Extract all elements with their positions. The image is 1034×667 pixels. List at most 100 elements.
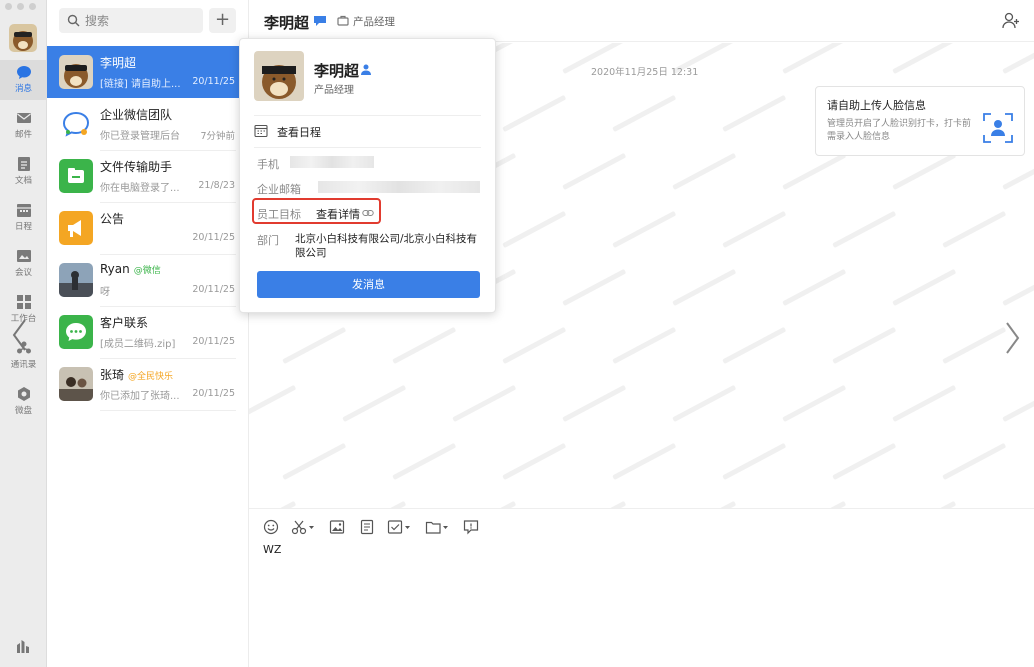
watermark-stripe: [249, 501, 296, 508]
department-label: 部门: [257, 234, 279, 247]
calendar-icon: [16, 204, 31, 217]
watermark-stripe: [282, 443, 346, 480]
add-member-icon[interactable]: [1002, 12, 1020, 29]
contact-avatar: [59, 263, 93, 297]
chat-title[interactable]: 李明超: [264, 12, 309, 33]
watermark-stripe: [612, 95, 676, 132]
conversation-list: + 李明超 [链接] 请自助上... 20/11/25 企业微信团队 你已登录管…: [47, 0, 249, 667]
watermark-stripe: [1002, 269, 1034, 306]
chat-bubble-icon: [16, 66, 31, 79]
watermark-stripe: [892, 269, 956, 306]
profile-title: 产品经理: [314, 85, 354, 96]
date-separator: 2020年11月25日 12:31: [591, 67, 699, 78]
watermark-stripe: [782, 501, 846, 508]
phone-label: 手机: [257, 158, 279, 171]
contact-avatar: [59, 367, 93, 401]
watermark-stripe: [672, 153, 736, 190]
image-icon[interactable]: [329, 519, 345, 535]
watermark-stripe: [612, 443, 676, 480]
profile-popup: 李明超 产品经理 查看日程 手机 企业邮箱 员工目标 查看详情 部门 北京小白科…: [239, 38, 496, 313]
sidebar-item-docs[interactable]: 文档: [0, 152, 47, 192]
calendar-icon: [254, 124, 268, 137]
feedback-icon[interactable]: [463, 519, 479, 535]
watermark-stripe: [1002, 153, 1034, 190]
workbench-icon: [16, 295, 31, 309]
conversation-name: 客户联系: [100, 316, 149, 330]
conversation-preview: 你在电脑登录了...: [100, 183, 180, 194]
link-icon[interactable]: [362, 209, 374, 217]
chat-subtitle: 产品经理: [353, 16, 395, 28]
conversation-time: 7分钟前: [200, 131, 235, 142]
conversation-item[interactable]: 文件传输助手 你在电脑登录了... 21/8/23: [47, 150, 249, 202]
sidebar-item-mail[interactable]: 邮件: [0, 106, 47, 146]
phone-value-redacted: [290, 156, 374, 168]
conversation-time: 21/8/23: [198, 180, 235, 191]
sidebar-item-meeting[interactable]: 会议: [0, 244, 47, 284]
window-zoom-icon[interactable]: [29, 3, 36, 10]
conversation-preview: [成员二维码.zip]: [100, 339, 176, 350]
sidebar-item-messages[interactable]: 消息: [0, 60, 47, 100]
conversation-item[interactable]: 张琦 @全民快乐 你已添加了张琦... 20/11/25: [47, 358, 249, 410]
stats-icon[interactable]: [14, 637, 32, 655]
send-message-button[interactable]: 发消息: [257, 271, 480, 298]
watermark-stripe: [562, 153, 626, 190]
watermark-stripe: [892, 153, 956, 190]
search-box[interactable]: [59, 8, 203, 33]
card-title: 请自助上传人脸信息: [827, 99, 926, 112]
user-avatar[interactable]: [9, 24, 37, 52]
email-label: 企业邮箱: [257, 183, 301, 196]
contact-avatar: [59, 55, 93, 89]
emoji-icon[interactable]: [263, 519, 279, 535]
window-close-icon[interactable]: [5, 3, 12, 10]
conversation-item[interactable]: 李明超 [链接] 请自助上... 20/11/25: [47, 46, 249, 98]
view-schedule-link[interactable]: 查看日程: [277, 124, 321, 140]
watermark-stripe: [782, 385, 846, 422]
conversation-preview: 你已添加了张琦...: [100, 391, 180, 402]
add-button[interactable]: +: [209, 8, 236, 33]
chevron-right-icon[interactable]: [1004, 321, 1020, 355]
sidebar-item-cloud-disk[interactable]: 微盘: [0, 382, 47, 422]
conversation-time: 20/11/25: [192, 388, 235, 399]
watermark-stripe: [392, 443, 456, 480]
chat-header: 李明超 产品经理: [249, 0, 1034, 42]
screenshot-icon[interactable]: [291, 519, 317, 535]
folder-icon[interactable]: [425, 519, 451, 535]
conversation-name: 企业微信团队: [100, 108, 173, 122]
card-body: 管理员开启了人脸识别打卡，打卡前需录入人脸信息: [827, 119, 972, 142]
watermark-stripe: [342, 501, 406, 508]
watermark-stripe: [892, 501, 956, 508]
task-icon[interactable]: [387, 519, 413, 535]
document-icon[interactable]: [359, 519, 375, 535]
window-minimize-icon[interactable]: [17, 3, 24, 10]
conversation-item[interactable]: 企业微信团队 你已登录管理后台 7分钟前: [47, 98, 249, 150]
conversation-name: 文件传输助手: [100, 160, 173, 174]
conversation-item[interactable]: 公告 20/11/25: [47, 202, 249, 254]
watermark-stripe: [562, 269, 626, 306]
watermark-stripe: [672, 501, 736, 508]
watermark-stripe: [612, 211, 676, 248]
chevron-left-icon[interactable]: [12, 318, 28, 352]
conversation-time: 20/11/25: [192, 284, 235, 295]
watermark-stripe: [892, 43, 956, 74]
watermark-stripe: [342, 385, 406, 422]
department-value: 北京小白科技有限公司/北京小白科技有限公司: [295, 233, 478, 259]
watermark-stripe: [282, 327, 346, 364]
watermark-stripe: [1002, 385, 1034, 422]
announcement-icon: [59, 211, 93, 245]
watermark-stripe: [1002, 501, 1034, 508]
view-details-link[interactable]: 查看详情: [316, 206, 360, 222]
message-input[interactable]: WZ: [263, 543, 281, 556]
watermark-stripe: [722, 327, 786, 364]
sidebar-item-calendar[interactable]: 日程: [0, 198, 47, 238]
cloud-disk-icon: [17, 387, 30, 401]
search-input[interactable]: [85, 12, 195, 29]
conversation-item[interactable]: Ryan @微信 呀 20/11/25: [47, 254, 249, 306]
watermark-stripe: [452, 385, 516, 422]
conversation-time: 20/11/25: [192, 232, 235, 243]
watermark-stripe: [782, 43, 846, 74]
message-card[interactable]: 请自助上传人脸信息 管理员开启了人脸识别打卡，打卡前需录入人脸信息: [815, 86, 1025, 156]
conversation-item[interactable]: 客户联系 [成员二维码.zip] 20/11/25: [47, 306, 249, 358]
goal-label: 员工目标: [257, 208, 301, 221]
watermark-stripe: [672, 385, 736, 422]
company-tag: @全民快乐: [128, 372, 174, 382]
